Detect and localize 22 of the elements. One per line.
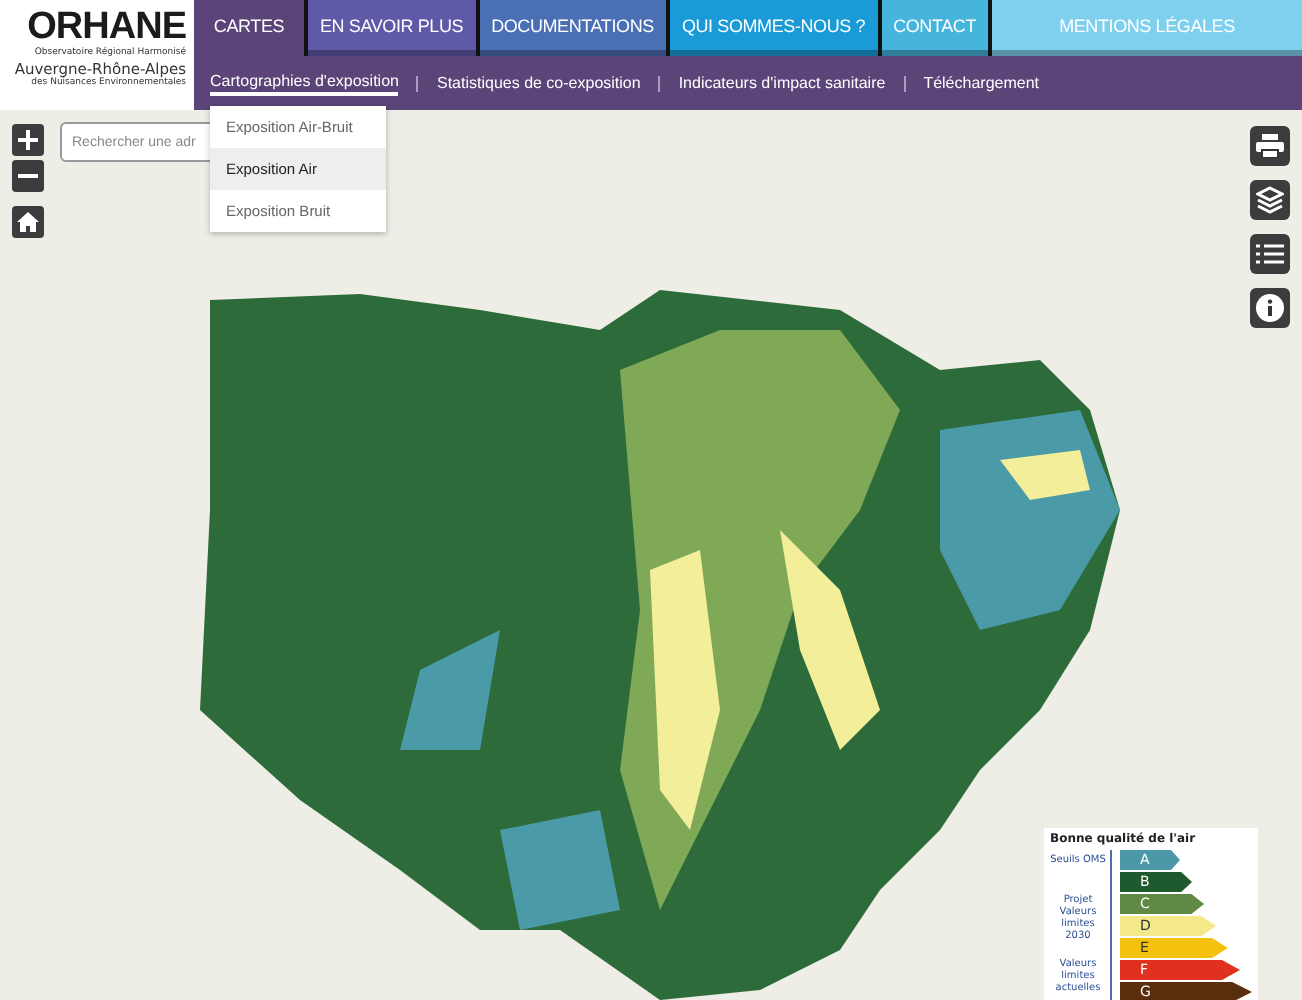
nav-tab[interactable]: EN SAVOIR PLUS <box>308 0 476 56</box>
print-button[interactable] <box>1250 126 1290 166</box>
nav-tab[interactable]: CARTES <box>194 0 304 56</box>
layers-button[interactable] <box>1250 180 1290 220</box>
legend-button[interactable] <box>1250 234 1290 274</box>
info-icon <box>1256 294 1284 322</box>
plus-icon <box>16 128 40 152</box>
info-button[interactable] <box>1250 288 1290 328</box>
nav-tab[interactable]: QUI SOMMES-NOUS ? <box>669 0 878 56</box>
submenu-link[interactable]: Téléchargement <box>923 74 1039 92</box>
list-icon <box>1256 242 1284 266</box>
submenu-link[interactable]: Statistiques de co-exposition <box>436 74 641 92</box>
layers-icon <box>1256 186 1284 214</box>
submenu-link[interactable]: Cartographies d'exposition <box>210 71 399 95</box>
logo-wordmark: ORHANE <box>27 8 186 48</box>
home-icon <box>16 210 40 234</box>
nav-tab[interactable]: DOCUMENTATIONS <box>479 0 666 56</box>
zoom-out-button[interactable] <box>12 160 44 192</box>
submenu-link[interactable]: Indicateurs d'impact sanitaire <box>678 74 886 92</box>
home-button[interactable] <box>12 206 44 238</box>
zoom-in-button[interactable] <box>12 124 44 156</box>
printer-icon <box>1256 134 1284 158</box>
